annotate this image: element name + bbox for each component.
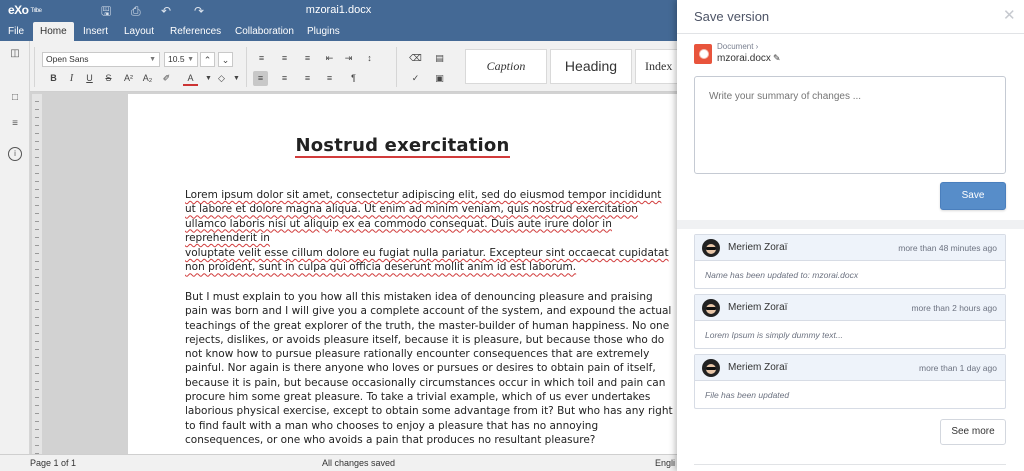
save-status: All changes saved (322, 458, 396, 468)
tab-home[interactable]: Home (33, 22, 74, 41)
line-spacing-icon[interactable]: ↕ (362, 51, 377, 66)
style-caption[interactable]: Caption (465, 49, 547, 84)
language-indicator[interactable]: Engli (655, 455, 675, 471)
page-count: Page 1 of 1 (30, 458, 77, 468)
paragraph-marks-icon[interactable]: ¶ (346, 71, 361, 86)
file-name: mzorai.docx (717, 53, 771, 64)
section-divider (677, 220, 1024, 229)
document-page[interactable]: Nostrud exercitation Lorem ipsum dolor s… (128, 94, 677, 454)
save-version-drawer: Save version ✕ Document › mzorai.docx ✎ … (677, 0, 1024, 471)
drawer-bottom-divider (694, 464, 1006, 465)
save-button[interactable]: Save (940, 182, 1006, 210)
justify-icon[interactable]: ≡ (322, 71, 337, 86)
tab-references[interactable]: References (163, 22, 228, 41)
version-item[interactable]: Meriem Zoraï more than 48 minutes ago Na… (694, 234, 1006, 289)
toolbar-divider (246, 47, 247, 87)
increase-indent-icon[interactable]: ⇥ (341, 51, 356, 66)
comment-icon[interactable]: □ (8, 91, 22, 105)
text-art-icon[interactable]: ▣ (432, 71, 447, 86)
font-color-button[interactable]: A (183, 71, 198, 86)
drawer-divider (677, 33, 1024, 34)
version-author: Meriem Zoraï (728, 362, 788, 373)
avatar (702, 299, 720, 317)
version-header: Meriem Zoraï more than 1 day ago (695, 355, 1005, 381)
document-title: mzorai1.docx (305, 4, 372, 16)
version-author: Meriem Zoraï (728, 302, 788, 313)
document-icon (694, 44, 712, 64)
clear-format-dropdown-icon[interactable]: ▼ (229, 71, 244, 86)
document-heading: Nostrud exercitation (295, 135, 510, 158)
highlight-icon[interactable]: ✐ (159, 71, 174, 86)
underline-button[interactable]: U (82, 71, 97, 86)
home-toolbar: ❐ 📋 Open Sans▼ 10.5▼ ⌃ ⌄ B I U S A² A₂ ✐… (0, 41, 677, 92)
version-item[interactable]: Meriem Zoraï more than 2 hours ago Lorem… (694, 294, 1006, 349)
bullet-list-icon[interactable]: ≡ (254, 51, 269, 66)
tab-file[interactable]: File (1, 22, 31, 41)
multilevel-list-icon[interactable]: ≡ (300, 51, 315, 66)
align-right-icon[interactable]: ≡ (300, 71, 315, 86)
version-header: Meriem Zoraï more than 48 minutes ago (695, 235, 1005, 261)
tab-collaboration[interactable]: Collaboration (228, 22, 301, 41)
vertical-ruler (32, 94, 42, 454)
paragraph-3: But I must explain to you how all this m… (185, 291, 673, 446)
tab-plugins[interactable]: Plugins (300, 22, 347, 41)
avatar (702, 239, 720, 257)
subscript-button[interactable]: A₂ (140, 71, 155, 86)
pencil-icon[interactable]: ✎ (773, 53, 781, 64)
version-time: more than 48 minutes ago (898, 243, 997, 253)
document-editor: eXo Tribe 🖫 ⎙ ↶ ↷ mzorai1.docx File Home … (0, 0, 677, 471)
tab-layout[interactable]: Layout (117, 22, 161, 41)
numbered-list-icon[interactable]: ≡ (277, 51, 292, 66)
decrease-indent-icon[interactable]: ⇤ (322, 51, 337, 66)
decrease-font-icon[interactable]: ⌄ (218, 52, 233, 67)
tab-insert[interactable]: Insert (76, 22, 115, 41)
menu-bar: File Home Insert Layout References Colla… (0, 22, 677, 41)
version-header: Meriem Zoraï more than 2 hours ago (695, 295, 1005, 321)
style-index[interactable]: Index (635, 49, 677, 84)
close-icon[interactable]: ✕ (1003, 8, 1016, 23)
left-panel: ◫ □ ≡ i (0, 41, 30, 454)
version-item[interactable]: Meriem Zoraï more than 1 day ago File ha… (694, 354, 1006, 409)
version-time: more than 2 hours ago (911, 303, 997, 313)
paragraph-1: Lorem ipsum dolor sit amet, consectetur … (185, 189, 662, 244)
align-left-icon[interactable]: ≡ (253, 71, 268, 86)
version-time: more than 1 day ago (919, 363, 997, 373)
navigation-icon[interactable]: ≡ (8, 117, 22, 131)
avatar (702, 359, 720, 377)
clear-format-icon[interactable]: ◇ (214, 71, 229, 86)
drawer-title: Save version (694, 9, 770, 24)
strikethrough-button[interactable]: S (101, 71, 116, 86)
version-note: File has been updated (705, 390, 790, 400)
version-note: Name has been updated to: mzorai.docx (705, 270, 859, 280)
font-size-select[interactable]: 10.5 ▼ (164, 52, 198, 67)
toolbar-divider (34, 47, 35, 87)
title-bar: eXo Tribe 🖫 ⎙ ↶ ↷ mzorai1.docx (0, 0, 677, 22)
copy-style-icon[interactable]: ✓ (408, 71, 423, 86)
paragraph-shading-icon[interactable]: ▤ (432, 51, 447, 66)
search-icon[interactable]: ◫ (8, 47, 22, 61)
summary-input[interactable] (694, 76, 1006, 174)
italic-button[interactable]: I (64, 71, 79, 86)
superscript-button[interactable]: A² (121, 71, 136, 86)
align-center-icon[interactable]: ≡ (277, 71, 292, 86)
status-bar: Page 1 of 1 All changes saved Engli (0, 454, 677, 471)
bold-button[interactable]: B (46, 71, 61, 86)
version-note: Lorem Ipsum is simply dummy text... (705, 330, 843, 340)
info-icon[interactable]: i (8, 147, 22, 161)
paragraph-2: voluptate velit esse cillum dolore eu fu… (185, 247, 669, 274)
font-family-select[interactable]: Open Sans ▼ (42, 52, 160, 67)
eraser-icon[interactable]: ⌫ (408, 51, 423, 66)
toolbar-divider (396, 47, 397, 87)
version-author: Meriem Zoraï (728, 242, 788, 253)
see-more-button[interactable]: See more (940, 419, 1006, 445)
breadcrumb[interactable]: Document › (717, 42, 758, 51)
increase-font-icon[interactable]: ⌃ (200, 52, 215, 67)
style-heading[interactable]: Heading (550, 49, 632, 84)
